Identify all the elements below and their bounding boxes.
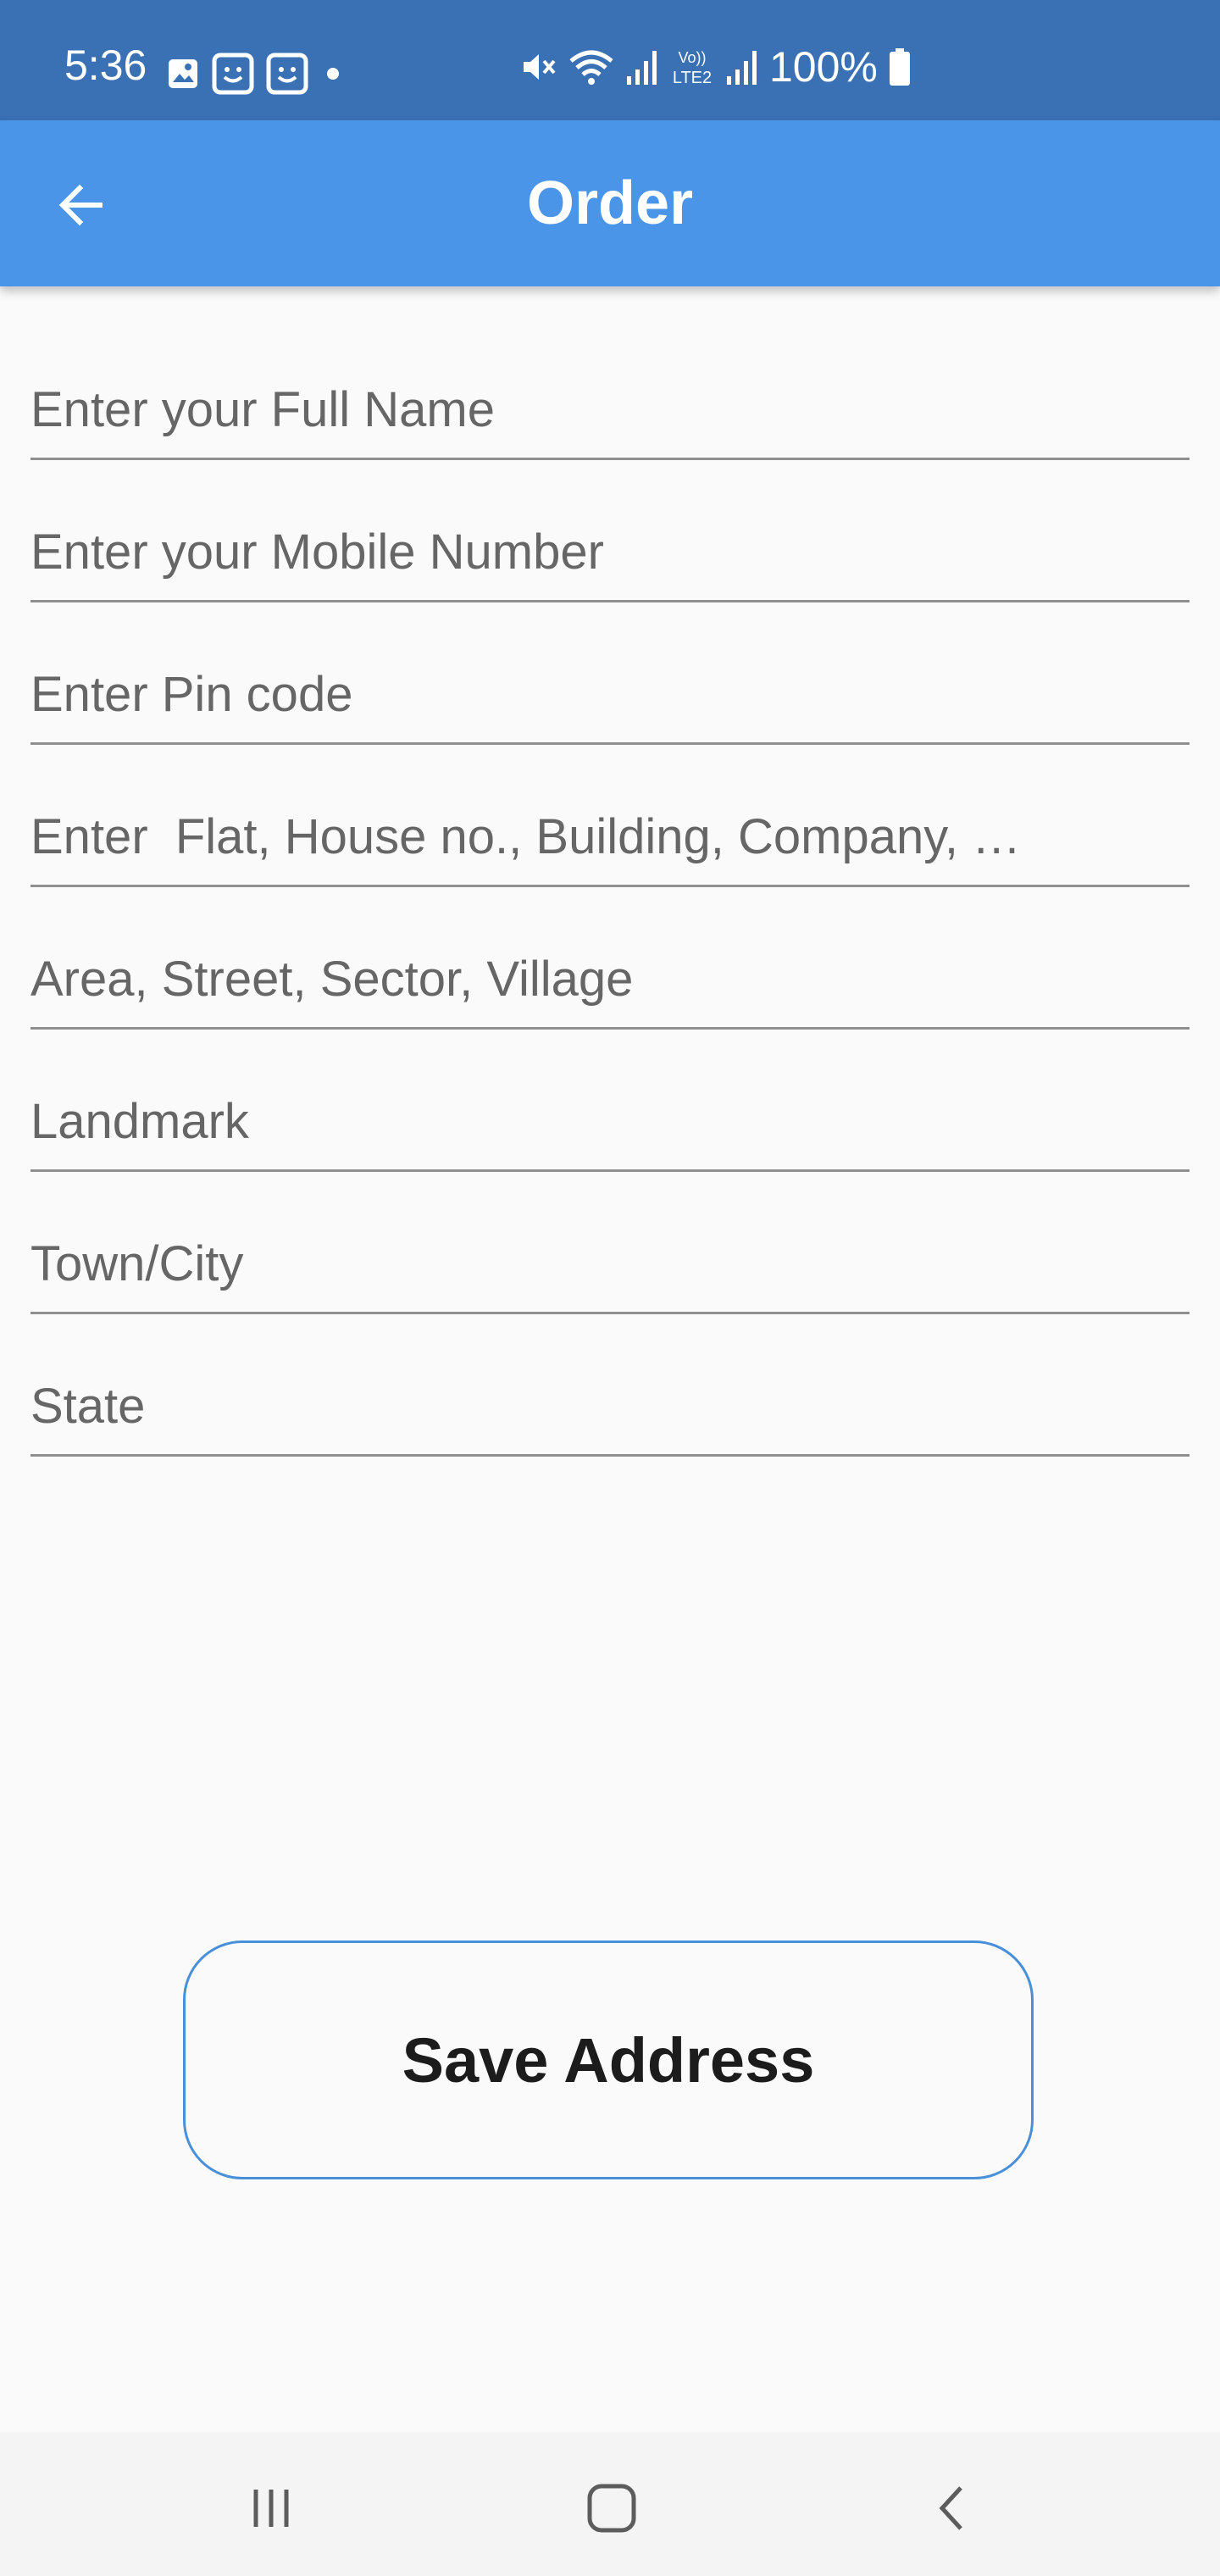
flat-field-container <box>30 742 1190 887</box>
wifi-icon <box>569 50 613 85</box>
system-icons: Vo)) LTE2 100% <box>518 46 912 88</box>
dot-icon <box>327 68 339 80</box>
face-icon <box>212 53 254 95</box>
city-field-container <box>30 1169 1190 1314</box>
page-title: Order <box>526 169 694 237</box>
town-city-input[interactable] <box>30 1169 1190 1312</box>
flat-house-input[interactable] <box>30 742 1190 885</box>
status-bar: 5:36 Vo)) LTE2 100% <box>0 0 1220 120</box>
status-time: 5:36 <box>64 42 147 89</box>
area-street-input[interactable] <box>30 885 1190 1027</box>
battery-percent: 100% <box>769 43 878 91</box>
signal-icon <box>727 51 757 85</box>
gallery-icon <box>169 59 197 88</box>
landmark-input[interactable] <box>30 1027 1190 1169</box>
state-field-container <box>30 1312 1190 1457</box>
pin-field-container <box>30 600 1190 745</box>
landmark-field-container <box>30 1027 1190 1172</box>
notification-icons <box>166 53 346 95</box>
full-name-field-container <box>30 315 1190 460</box>
full-name-input[interactable] <box>30 315 1190 458</box>
recent-apps-button[interactable] <box>229 2466 313 2551</box>
back-button[interactable] <box>47 171 115 239</box>
home-button[interactable] <box>569 2466 654 2551</box>
signal-icon <box>627 51 657 85</box>
face-icon <box>266 53 308 95</box>
state-input[interactable] <box>30 1312 1190 1454</box>
nav-back-button[interactable] <box>910 2466 995 2551</box>
svg-text:Vo)): Vo)) <box>678 49 706 66</box>
back-icon <box>939 2486 962 2530</box>
home-icon <box>587 2484 636 2533</box>
svg-text:LTE2: LTE2 <box>673 69 712 87</box>
mute-icon <box>524 54 556 80</box>
mobile-field-container <box>30 458 1190 602</box>
app-bar: Order <box>0 120 1220 286</box>
battery-icon <box>889 48 910 86</box>
system-nav-bar <box>0 2432 1220 2576</box>
arrow-left-icon <box>58 184 103 226</box>
volte-icon: Vo)) LTE2 <box>673 49 712 87</box>
mobile-number-input[interactable] <box>30 458 1190 600</box>
save-address-button[interactable]: Save Address <box>183 1940 1034 2179</box>
pin-code-input[interactable] <box>30 600 1190 742</box>
area-field-container <box>30 885 1190 1030</box>
recent-apps-icon <box>253 2490 289 2527</box>
